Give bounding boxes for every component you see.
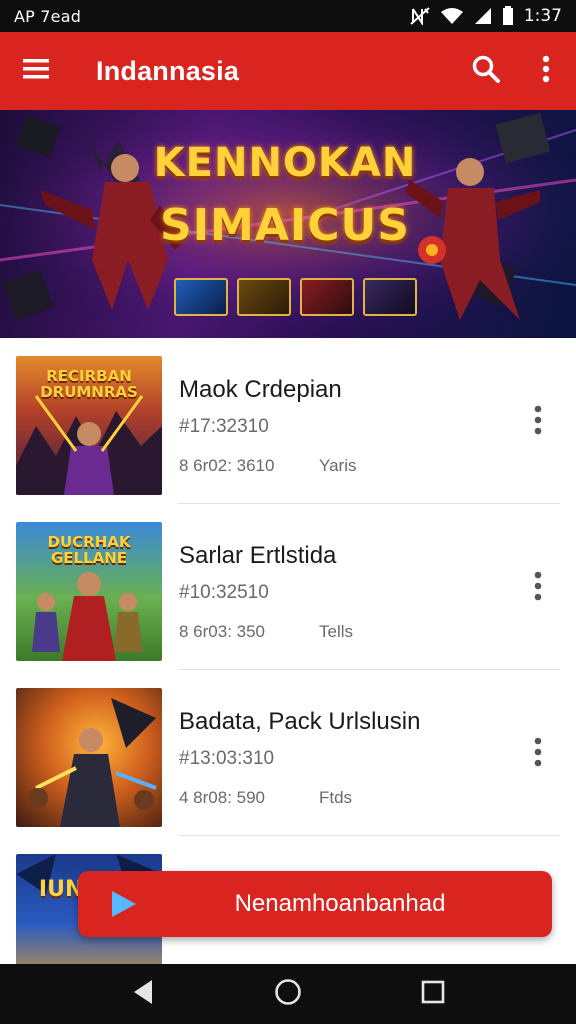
thumbnail-title: DUCRHAK GELLANE bbox=[47, 533, 131, 567]
app-screen: AP 7ead 1:37 Indannasia KENNOKAN SIMAICU… bbox=[0, 0, 576, 1024]
item-thumbnail: RECIRBAN DRUMNRAS bbox=[16, 356, 162, 495]
more-vert-icon bbox=[534, 571, 542, 606]
item-thumbnail: DUCRHAK GELLANE bbox=[16, 522, 162, 661]
item-tag: Ftds bbox=[319, 788, 353, 807]
recents-icon bbox=[421, 980, 445, 1009]
battery-icon bbox=[502, 6, 514, 26]
item-id: #17:32310 bbox=[179, 416, 269, 437]
banner-tiles bbox=[174, 278, 417, 316]
item-more-button[interactable] bbox=[520, 566, 556, 610]
item-thumbnail bbox=[16, 688, 162, 827]
list-item[interactable]: Badata, Pack Urlslusin #13:03:310 4 8r08… bbox=[0, 670, 576, 836]
play-icon bbox=[78, 889, 168, 919]
list-item[interactable]: DUCRHAK GELLANE Sarlar Ertlstida #10:325… bbox=[0, 504, 576, 670]
more-vert-icon bbox=[534, 405, 542, 440]
item-title: Maok Crdepian bbox=[179, 376, 342, 403]
thumbnail-title: RECIRBAN DRUMNRAS bbox=[40, 367, 138, 401]
item-tag: Yaris bbox=[319, 456, 357, 475]
status-bar: AP 7ead 1:37 bbox=[0, 0, 576, 32]
play-action-button[interactable]: Nenamhoanbanhad bbox=[78, 871, 552, 937]
play-action-label: Nenamhoanbanhad bbox=[234, 890, 446, 917]
menu-button[interactable] bbox=[0, 32, 72, 110]
more-vert-icon bbox=[534, 737, 542, 772]
item-more-button[interactable] bbox=[520, 400, 556, 444]
overflow-menu-button[interactable] bbox=[516, 32, 576, 110]
recents-button[interactable] bbox=[403, 964, 463, 1024]
search-icon bbox=[471, 54, 501, 89]
status-carrier: AP 7ead bbox=[14, 6, 82, 26]
wifi-icon bbox=[440, 7, 464, 25]
item-title: Badata, Pack Urlslusin bbox=[179, 708, 421, 735]
home-button[interactable] bbox=[258, 964, 318, 1024]
item-meta: 4 8r08: 590 bbox=[179, 788, 266, 807]
list-item[interactable]: RECIRBAN DRUMNRAS Maok Crdepian #17:3231… bbox=[0, 338, 576, 504]
app-title: Indannasia bbox=[96, 55, 240, 86]
app-bar: Indannasia bbox=[0, 32, 576, 110]
thumbnail-art bbox=[28, 698, 157, 827]
nfc-icon bbox=[410, 7, 430, 25]
signal-icon bbox=[474, 7, 492, 25]
item-tag: Tells bbox=[319, 622, 354, 641]
more-vert-icon bbox=[542, 55, 550, 88]
banner-title-line1: KENNOKAN bbox=[153, 140, 417, 186]
banner-tile[interactable] bbox=[174, 278, 228, 316]
banner-title-line2: SIMAICUS bbox=[160, 200, 410, 251]
status-icons: 1:37 bbox=[410, 6, 562, 26]
item-meta: 8 6r02: 3610 bbox=[179, 456, 275, 475]
back-button[interactable] bbox=[113, 964, 173, 1024]
status-time: 1:37 bbox=[523, 6, 562, 26]
banner-tile[interactable] bbox=[363, 278, 417, 316]
item-title: Sarlar Ertlstida bbox=[179, 542, 337, 569]
menu-icon bbox=[23, 58, 49, 85]
featured-banner[interactable]: KENNOKAN SIMAICUS bbox=[0, 110, 576, 338]
item-id: #10:32510 bbox=[179, 582, 269, 603]
banner-tile[interactable] bbox=[300, 278, 354, 316]
item-meta: 8 6r03: 350 bbox=[179, 622, 266, 641]
item-id: #13:03:310 bbox=[179, 748, 275, 769]
search-button[interactable] bbox=[456, 32, 516, 110]
home-icon bbox=[274, 978, 302, 1011]
system-nav-bar bbox=[0, 964, 576, 1024]
back-icon bbox=[132, 979, 154, 1010]
item-more-button[interactable] bbox=[520, 732, 556, 776]
banner-tile[interactable] bbox=[237, 278, 291, 316]
